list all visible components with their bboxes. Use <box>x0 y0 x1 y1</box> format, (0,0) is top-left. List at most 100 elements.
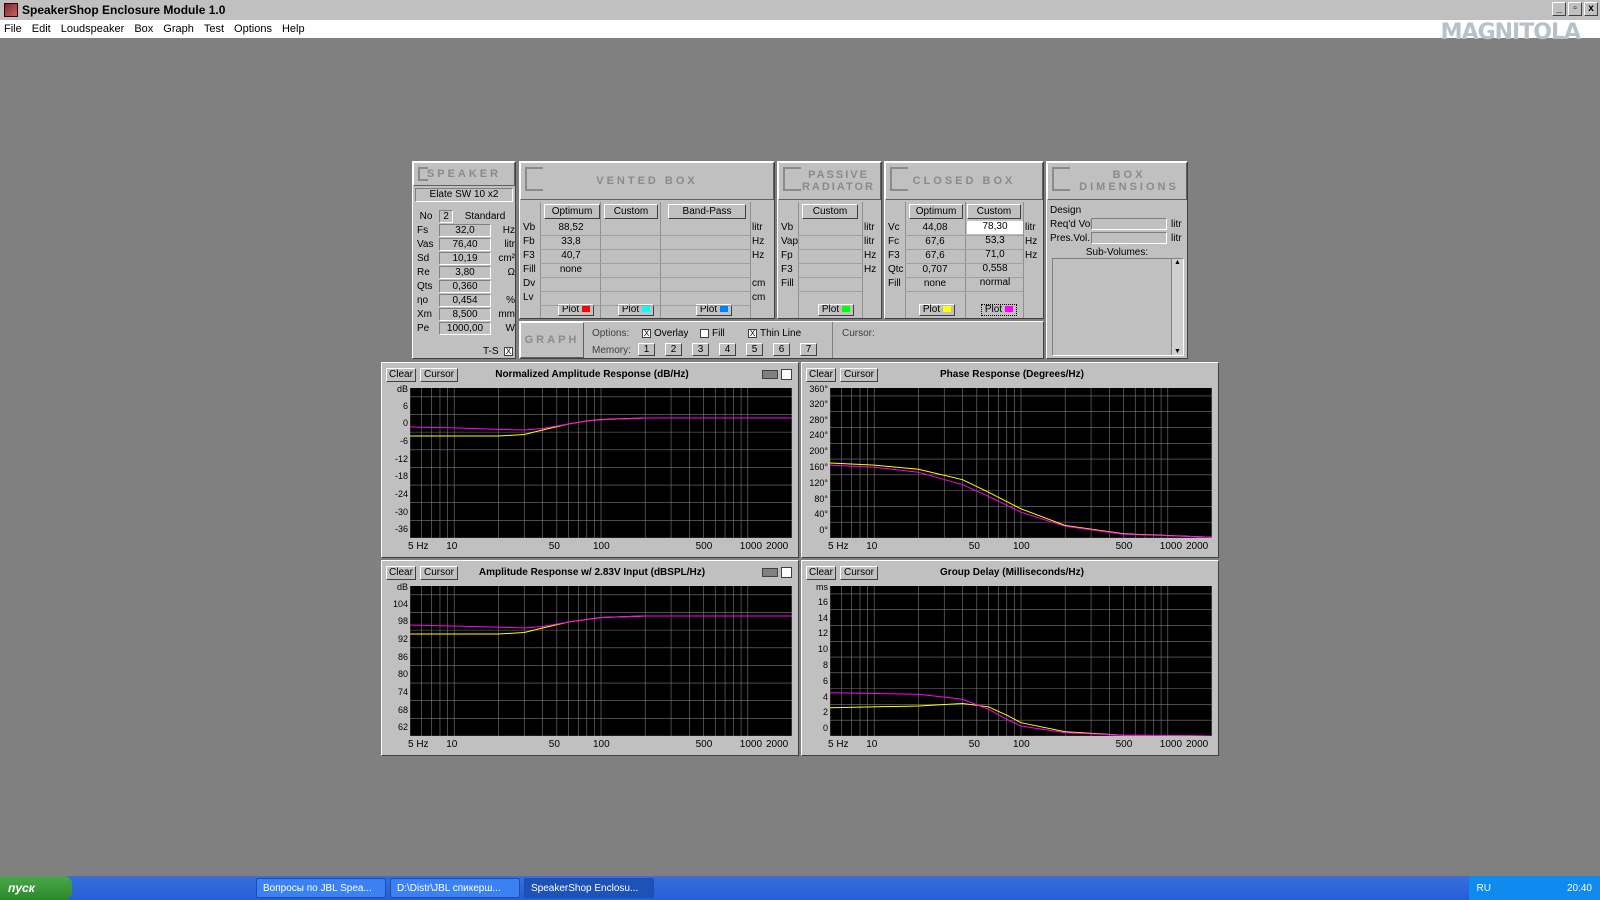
passive-custom-button[interactable]: Custom <box>802 204 858 219</box>
param-unit: % <box>506 295 515 306</box>
menu-edit[interactable]: Edit <box>32 23 51 35</box>
task-jbl-questions[interactable]: Вопросы по JBL Spea... <box>256 878 386 898</box>
vented-optimum-value[interactable]: none <box>542 264 600 275</box>
closed-optimum-plot-button[interactable]: Plot <box>919 304 955 316</box>
param-value[interactable]: 76,40 <box>439 238 491 251</box>
printer-icon[interactable] <box>762 370 778 379</box>
graph-plot-area[interactable] <box>829 586 1213 737</box>
speaker-name[interactable]: Elate SW 10 x2 <box>415 188 513 202</box>
y-tick-label: 92 <box>397 633 408 644</box>
closed-optimum-value[interactable]: 44,08 <box>907 222 963 233</box>
passive-radiator-icon <box>783 167 801 191</box>
memory-7-button[interactable]: 7 <box>800 343 817 356</box>
closed-optimum-value[interactable]: 67,6 <box>907 250 963 261</box>
no-value[interactable]: 2 <box>439 210 453 223</box>
memory-1-button[interactable]: 1 <box>638 343 655 356</box>
menu-file[interactable]: File <box>4 23 22 35</box>
language-indicator[interactable]: RU <box>1477 883 1491 894</box>
memory-6-button[interactable]: 6 <box>773 343 790 356</box>
menu-box[interactable]: Box <box>134 23 153 35</box>
closed-custom-button[interactable]: Custom <box>967 204 1021 219</box>
passive-param-label: F3 <box>781 264 793 275</box>
task-speakershop[interactable]: SpeakerShop Enclosu... <box>524 878 654 898</box>
graph-clear-button[interactable]: Clear <box>386 566 416 580</box>
memory-3-button[interactable]: 3 <box>692 343 709 356</box>
graph-cursor-button[interactable]: Cursor <box>840 368 878 382</box>
vented-optimum-value[interactable]: 40,7 <box>542 250 600 261</box>
vented-optimum-button[interactable]: Optimum <box>544 204 600 219</box>
graph-clear-button[interactable]: Clear <box>386 368 416 382</box>
graph-plot-area[interactable] <box>409 586 793 737</box>
pres-vol-label: Pres.Vol. <box>1050 233 1091 244</box>
vented-custom-button[interactable]: Custom <box>604 204 658 219</box>
param-value[interactable]: 0,360 <box>439 280 491 293</box>
subvolumes-scrollbar[interactable]: ▲ ▼ <box>1171 259 1183 355</box>
graph-cursor-button[interactable]: Cursor <box>420 566 458 580</box>
mode-label[interactable]: Standard <box>457 211 513 222</box>
graph-svg <box>409 586 793 737</box>
restore-button[interactable]: ▫ <box>1568 2 1582 16</box>
closed-optimum-value[interactable]: 67,6 <box>907 236 963 247</box>
memory-4-button[interactable]: 4 <box>719 343 736 356</box>
closed-custom-value[interactable]: 0,558 <box>967 263 1023 276</box>
graph-clear-button[interactable]: Clear <box>806 566 836 580</box>
closed-optimum-button[interactable]: Optimum <box>909 204 963 219</box>
task-distr-folder[interactable]: D:\Distr\JBL спикерш... <box>390 878 520 898</box>
closed-optimum-value[interactable]: none <box>907 278 963 289</box>
memory-2-button[interactable]: 2 <box>665 343 682 356</box>
param-value[interactable]: 3,80 <box>439 266 491 279</box>
param-value[interactable]: 1000,00 <box>439 322 491 335</box>
graph-plot-area[interactable] <box>829 388 1213 539</box>
vented-param-label: Fb <box>523 236 535 247</box>
thin-line-option[interactable]: X Thin Line <box>748 328 801 339</box>
close-button[interactable]: x <box>1584 2 1598 16</box>
menu-test[interactable]: Test <box>204 23 224 35</box>
menu-graph[interactable]: Graph <box>163 23 194 35</box>
graph-plot-area[interactable] <box>409 388 793 539</box>
fill-option[interactable]: Fill <box>700 328 725 339</box>
box-dimensions-header: BOX DIMENSIONS <box>1047 162 1187 200</box>
vented-optimum-value[interactable]: 33,8 <box>542 236 600 247</box>
vented-optimum-value[interactable]: 88,52 <box>542 222 600 233</box>
ts-checkbox[interactable]: X <box>504 347 513 356</box>
closed-custom-value[interactable]: normal <box>967 277 1023 290</box>
param-value[interactable]: 0,454 <box>439 294 491 307</box>
param-value[interactable]: 8,500 <box>439 308 491 321</box>
bandpass-button[interactable]: Band-Pass <box>668 204 746 219</box>
graph-panel-1: Clear Cursor Normalized Amplitude Response… <box>381 362 799 558</box>
param-value[interactable]: 10,19 <box>439 252 491 265</box>
closed-custom-plot-button[interactable]: Plot <box>981 304 1017 316</box>
menu-options[interactable]: Options <box>234 23 272 35</box>
vented-param-label: Vb <box>523 222 536 233</box>
overlay-option[interactable]: X Overlay <box>642 328 688 339</box>
graph-cursor-button[interactable]: Cursor <box>420 368 458 382</box>
closed-optimum-value[interactable]: 0,707 <box>907 264 963 275</box>
printer-icon[interactable] <box>762 568 778 577</box>
passive-param-label: Fill <box>781 278 794 289</box>
closed-custom-value[interactable]: 53,3 <box>967 235 1023 248</box>
graph-svg <box>409 388 793 539</box>
design-label[interactable]: Design <box>1050 205 1081 216</box>
red-swatch <box>582 306 591 313</box>
pres-vol-value[interactable] <box>1091 232 1167 244</box>
reqd-vol-value[interactable] <box>1091 218 1167 230</box>
closed-custom-value[interactable]: 71,0 <box>967 249 1023 262</box>
graph-checkbox[interactable] <box>781 369 792 380</box>
start-button[interactable]: пуск <box>0 876 72 900</box>
graph-cursor-button[interactable]: Cursor <box>840 566 878 580</box>
scroll-down-icon[interactable]: ▼ <box>1172 348 1183 355</box>
param-value[interactable]: 32,0 <box>439 224 491 237</box>
y-tick-label: 2 <box>822 707 828 718</box>
menu-loudspeaker[interactable]: Loudspeaker <box>61 23 125 35</box>
graph-checkbox[interactable] <box>781 567 792 578</box>
graph-clear-button[interactable]: Clear <box>806 368 836 382</box>
memory-5-button[interactable]: 5 <box>746 343 763 356</box>
x-tick-label: 500 <box>1115 541 1133 552</box>
menu-help[interactable]: Help <box>282 23 305 35</box>
subvolumes-list[interactable]: ▲ ▼ <box>1052 258 1184 356</box>
passive-plot-button[interactable]: Plot <box>818 304 854 316</box>
scroll-up-icon[interactable]: ▲ <box>1172 259 1183 266</box>
closed-custom-value[interactable]: 78,30 <box>967 221 1023 234</box>
closed-param-unit: Hz <box>1025 236 1038 247</box>
minimize-button[interactable]: _ <box>1552 2 1566 16</box>
